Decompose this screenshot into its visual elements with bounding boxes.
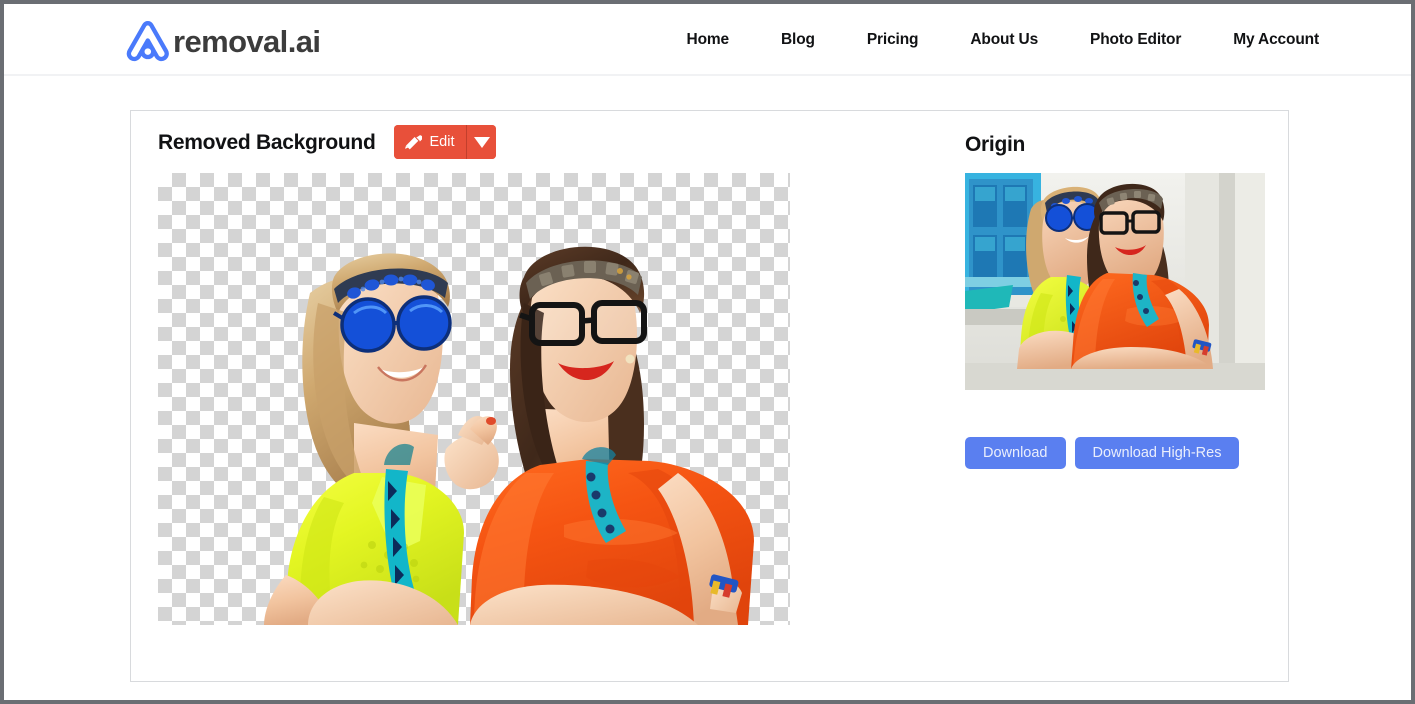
origin-title: Origin <box>965 132 1026 156</box>
edit-button-label: Edit <box>429 133 455 150</box>
cutout-image <box>264 246 754 625</box>
removed-background-canvas[interactable] <box>158 173 790 625</box>
removal-ai-logo-icon <box>124 18 172 64</box>
edit-button[interactable]: Edit <box>394 125 467 159</box>
nav-item-my-account[interactable]: My Account <box>1207 26 1319 54</box>
nav-item-pricing[interactable]: Pricing <box>841 26 945 54</box>
brand-logo-link[interactable]: removal.ai <box>124 17 321 65</box>
origin-image <box>965 173 1265 390</box>
nav-item-home[interactable]: Home <box>661 26 755 54</box>
origin-header: Origin <box>965 111 1265 173</box>
download-actions: Download Download High-Res <box>965 437 1265 469</box>
result-card: Removed Background Edit Origin Download … <box>130 110 1289 682</box>
pencil-icon <box>405 134 423 151</box>
caret-down-icon <box>473 136 490 148</box>
origin-thumbnail[interactable] <box>965 173 1265 390</box>
edit-dropdown-toggle[interactable] <box>466 125 497 159</box>
origin-panel: Origin Download Download High-Res <box>965 111 1265 469</box>
nav-item-blog[interactable]: Blog <box>755 26 841 54</box>
brand-wordmark: removal.ai <box>173 23 321 59</box>
site-header: removal.ai Home Blog Pricing About Us Ph… <box>4 4 1411 76</box>
edit-button-group[interactable]: Edit <box>394 125 497 159</box>
removed-background-header: Removed Background Edit <box>157 111 817 173</box>
nav-item-photo-editor[interactable]: Photo Editor <box>1064 26 1207 54</box>
nav-item-about-us[interactable]: About Us <box>944 26 1064 54</box>
download-button[interactable]: Download <box>965 437 1066 469</box>
download-high-res-button[interactable]: Download High-Res <box>1074 437 1240 469</box>
removed-background-title: Removed Background <box>158 130 376 154</box>
removed-background-panel: Removed Background Edit <box>157 111 817 625</box>
browser-window-frame: removal.ai Home Blog Pricing About Us Ph… <box>0 0 1415 704</box>
page-body: Removed Background Edit Origin Download … <box>4 78 1411 700</box>
main-nav: Home Blog Pricing About Us Photo Editor … <box>661 4 1320 76</box>
